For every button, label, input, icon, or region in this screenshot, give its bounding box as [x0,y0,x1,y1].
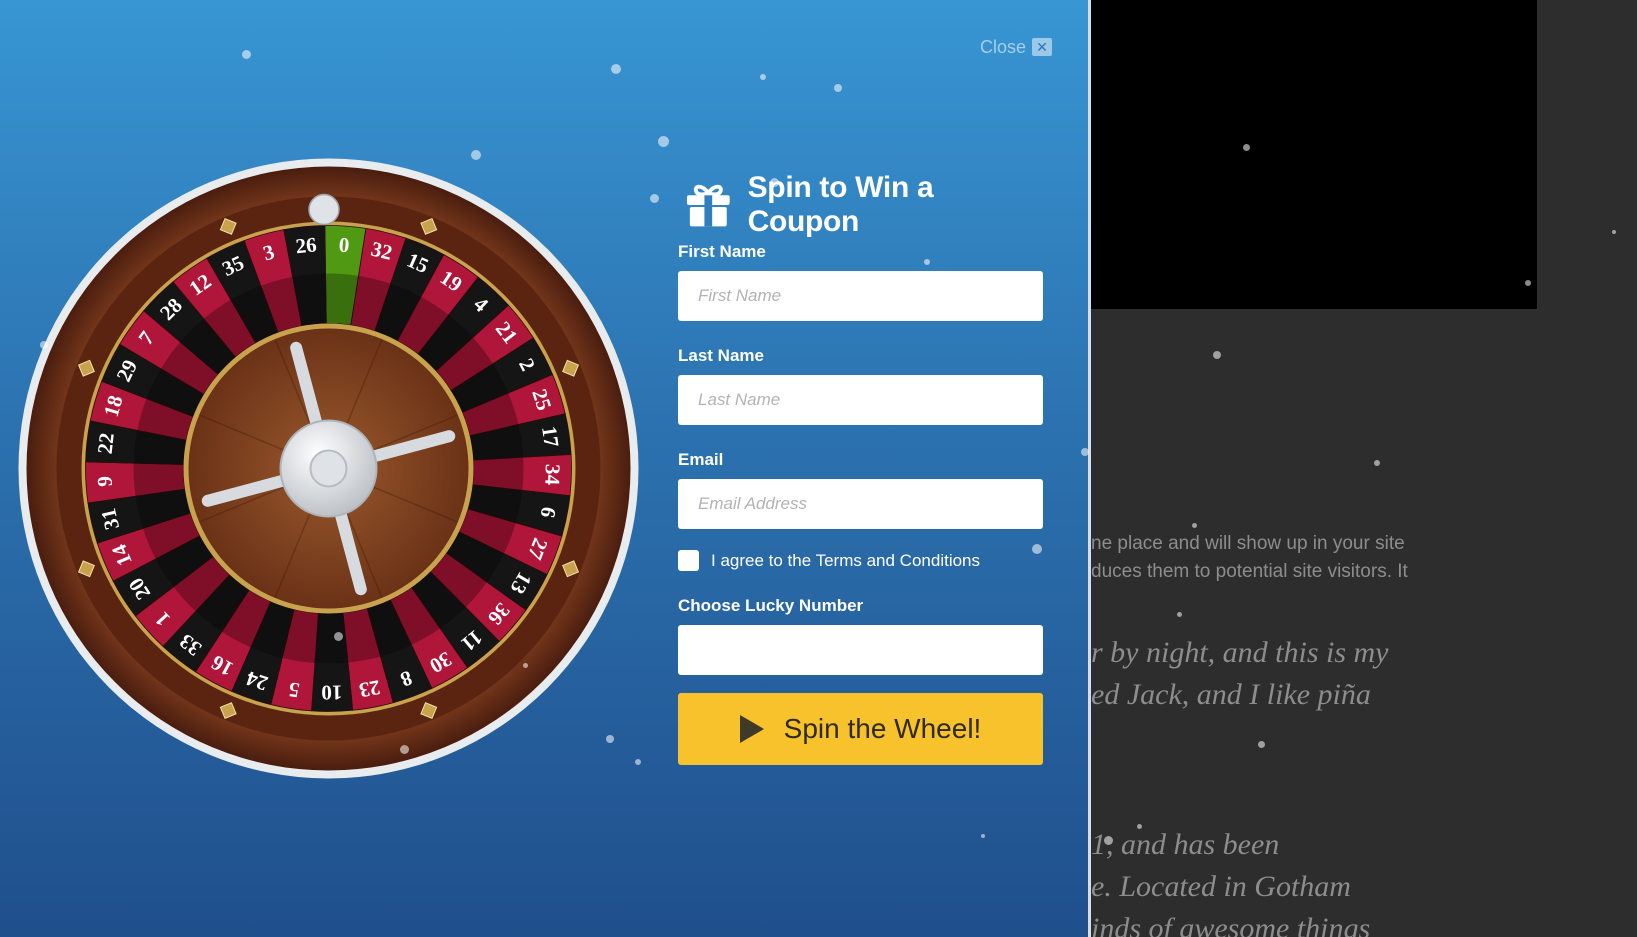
snowflake [242,50,251,59]
snowflake [1032,544,1042,554]
last-name-group: Last Name [678,346,1044,425]
background-paragraph-line: ne place and will show up in your site [1091,533,1405,554]
snowflake [760,74,766,80]
roulette-wheel-graphic: 0 32 1519421225173462713361130823105241633… [18,158,639,779]
first-name-label: First Name [678,242,766,261]
snowflake [40,341,48,349]
lucky-number-label: Choose Lucky Number [678,596,864,615]
wheel-number: 0 [338,233,350,258]
background-paragraph: ne place and will show up in your site d… [1091,530,1408,586]
snowflake [471,150,481,160]
snowflake [606,735,614,743]
close-button[interactable]: Close ✕ [980,36,1053,58]
snowflake [1374,460,1380,466]
snowflake [924,259,930,265]
snowflake [635,759,641,765]
last-name-input[interactable] [678,375,1043,425]
first-name-group: First Name [678,242,1044,321]
first-name-input[interactable] [678,271,1043,321]
lucky-number-input[interactable] [678,625,1043,675]
background-quote-line: 1, and has been [1091,828,1280,861]
wheel-hub-center [309,449,348,488]
email-label: Email [678,450,724,469]
snowflake [658,136,669,147]
wheel-number: 22 [93,432,119,456]
background-paragraph-line: duces them to potential site visitors. I… [1091,561,1408,582]
background-quote-line: r by night, and this is my [1091,636,1389,669]
gift-icon [686,184,730,227]
roulette-ball [308,193,340,226]
wheel-number: 17 [537,425,564,449]
spin-wheel-button[interactable]: Spin the Wheel! [678,693,1043,765]
form-header: Spin to Win a Coupon [685,171,1044,238]
background-quote-line: inds of awesome things [1091,912,1371,937]
coupon-form: Spin to Win a Coupon First Name Last Nam… [678,171,1044,765]
snowflake [1258,741,1265,748]
snowflake [1192,523,1197,528]
background-quote-line: e. Located in Gotham [1091,870,1351,903]
snowflake [1243,144,1250,151]
snowflake [981,834,985,838]
snowflake [400,745,409,754]
background-quote-line: ed Jack, and I like piña [1091,678,1371,711]
lucky-number-group: Choose Lucky Number [678,596,1044,675]
snowflake [1612,230,1616,234]
email-group: Email [678,450,1044,529]
background-quote: 1, and has been e. Located in Gotham ind… [1091,824,1370,937]
form-title: Spin to Win a Coupon [747,171,934,238]
email-input[interactable] [678,479,1043,529]
spin-to-win-modal: Close ✕ 0 32 15 19 4 21 2 25 17 34 6 27 13 36 11 30 8 23 1… [0,0,1091,937]
background-quote: r by night, and this is my ed Jack, and … [1091,632,1389,716]
close-label: Close [980,36,1027,57]
close-icon: ✕ [1032,38,1053,56]
snowflake [334,632,343,641]
play-icon [739,715,764,743]
wheel-number: 34 [540,464,565,486]
terms-label: I agree to the Terms and Conditions [711,550,981,570]
spin-wheel-label: Spin the Wheel! [783,713,982,744]
terms-checkbox[interactable] [678,550,699,571]
wheel-number: 23 [357,675,382,702]
snowflake [611,64,621,74]
snowflake [1525,280,1531,286]
wheel-pocket-shade [314,612,348,664]
roulette-wheel[interactable]: 0 32 15 19 4 21 2 25 17 34 6 27 13 36 11 30 8 23 10 5 24 16 33… [16,156,641,781]
snowflake [523,663,528,668]
wheel-number: 10 [321,681,342,705]
snowflake [1104,836,1113,845]
snowflake [1213,351,1221,359]
wheel-number: 9 [92,475,117,487]
background-video [1050,0,1537,309]
snowflake [650,194,659,203]
snowflake [834,84,842,92]
wheel-number: 26 [294,232,317,258]
snowflake [770,178,779,187]
terms-agreement: I agree to the Terms and Conditions [678,550,1044,571]
snowflake [1081,448,1089,456]
last-name-label: Last Name [678,346,764,365]
snowflake [1177,612,1182,617]
snowflake [1137,824,1142,829]
